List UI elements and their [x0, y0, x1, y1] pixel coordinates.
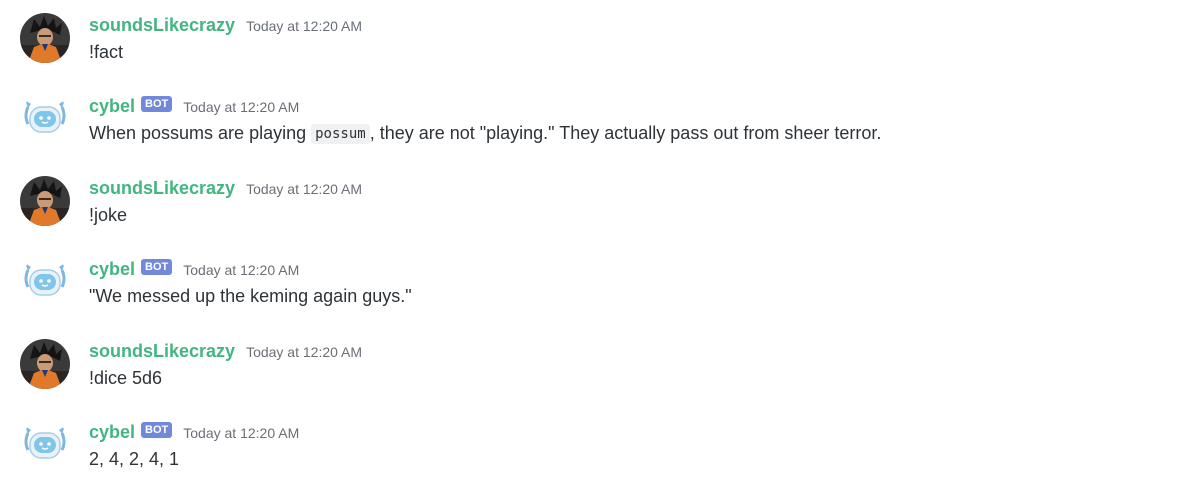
message-item: cybel BOT Today at 12:20 AM When possums…	[0, 81, 1186, 153]
message-content: When possums are playing possum, they ar…	[89, 121, 881, 147]
message-item: soundsLikecrazy Today at 12:20 AM !fact	[0, 0, 1186, 72]
message-header: cybel BOT Today at 12:20 AM	[89, 420, 299, 444]
robot-avatar-icon[interactable]	[20, 94, 70, 144]
user-avatar-icon[interactable]	[20, 13, 70, 63]
user-avatar-icon[interactable]	[20, 176, 70, 226]
message-content: !fact	[89, 42, 124, 62]
timestamp: Today at 12:20 AM	[183, 262, 300, 278]
username[interactable]: soundsLikecrazy	[89, 178, 235, 199]
message-header: cybel BOT Today at 12:20 AM	[89, 257, 299, 281]
timestamp: Today at 12:20 AM	[246, 18, 363, 34]
username[interactable]: soundsLikecrazy	[89, 341, 235, 362]
username[interactable]: cybel	[89, 96, 135, 117]
timestamp: Today at 12:20 AM	[246, 181, 363, 197]
message-header: soundsLikecrazy Today at 12:20 AM	[89, 339, 362, 363]
message-header: soundsLikecrazy Today at 12:20 AM	[89, 176, 362, 200]
timestamp: Today at 12:20 AM	[183, 425, 300, 441]
robot-avatar-icon[interactable]	[20, 420, 70, 470]
message-text: , they are not "playing." They actually …	[369, 123, 882, 143]
username[interactable]: cybel	[89, 259, 135, 280]
message-content: 2, 4, 2, 4, 1	[89, 449, 180, 469]
message-header: cybel BOT Today at 12:20 AM	[89, 94, 299, 118]
timestamp: Today at 12:20 AM	[183, 99, 300, 115]
user-avatar-icon[interactable]	[20, 339, 70, 389]
bot-badge: BOT	[141, 259, 173, 275]
message-content: !dice 5d6	[89, 368, 163, 388]
message-item: soundsLikecrazy Today at 12:20 AM !dice …	[0, 326, 1186, 398]
robot-avatar-icon[interactable]	[20, 257, 70, 307]
message-content: !joke	[89, 205, 128, 225]
timestamp: Today at 12:20 AM	[246, 344, 363, 360]
bot-badge: BOT	[141, 96, 173, 112]
username[interactable]: cybel	[89, 422, 135, 443]
chat-messages: soundsLikecrazy Today at 12:20 AM !fact …	[0, 0, 1186, 490]
message-header: soundsLikecrazy Today at 12:20 AM	[89, 13, 362, 37]
message-item: soundsLikecrazy Today at 12:20 AM !joke	[0, 163, 1186, 235]
message-content: "We messed up the keming again guys."	[89, 286, 412, 306]
inline-code: possum	[311, 124, 370, 144]
message-text: When possums are playing	[89, 123, 312, 143]
message-item: cybel BOT Today at 12:20 AM 2, 4, 2, 4, …	[0, 407, 1186, 479]
username[interactable]: soundsLikecrazy	[89, 15, 235, 36]
message-item: cybel BOT Today at 12:20 AM "We messed u…	[0, 244, 1186, 316]
bot-badge: BOT	[141, 422, 173, 438]
